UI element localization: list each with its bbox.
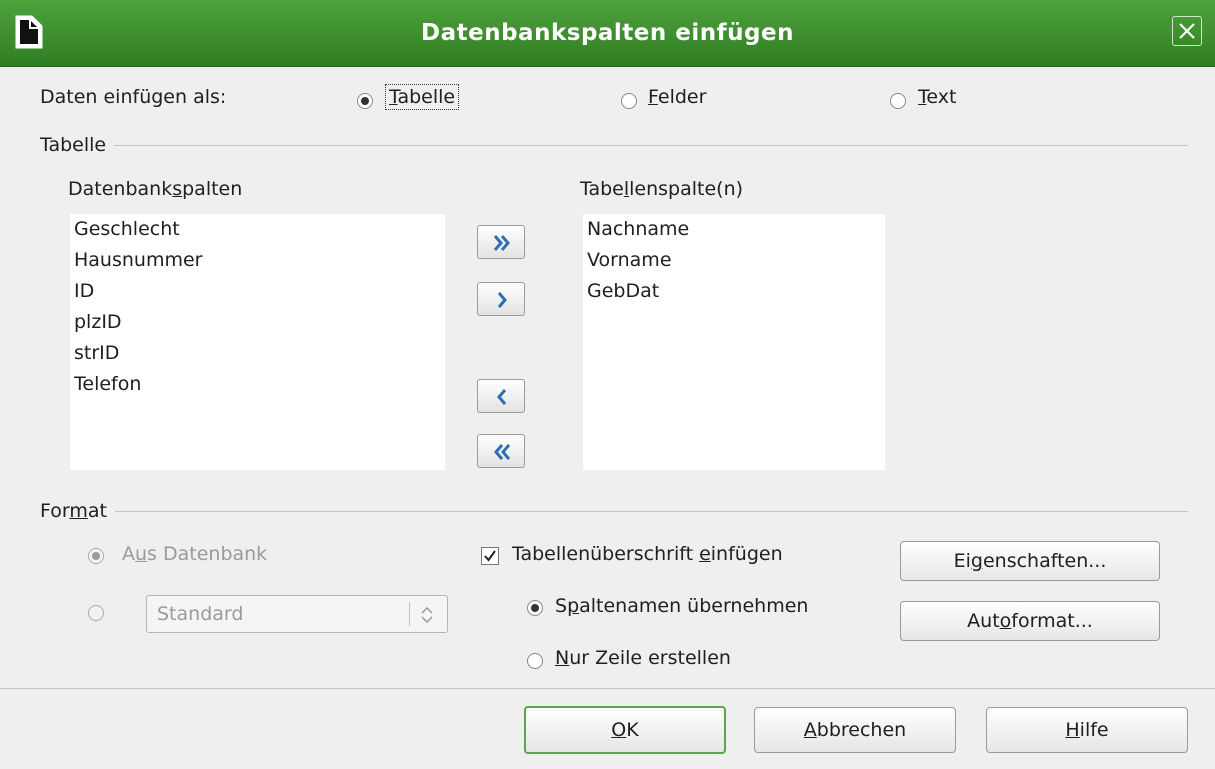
table-columns-header: Tabellenspalte(n): [580, 178, 744, 200]
list-item[interactable]: strID: [70, 338, 445, 369]
format-group-line: [40, 511, 1188, 512]
window-title: Datenbankspalten einfügen: [421, 20, 794, 46]
insert-heading-label[interactable]: Tabellenüberschrift einfügen: [512, 543, 783, 565]
list-item[interactable]: plzID: [70, 307, 445, 338]
move-all-left-button[interactable]: [477, 434, 525, 468]
list-item[interactable]: Nachname: [583, 214, 885, 245]
radio-table[interactable]: [357, 93, 373, 109]
list-item[interactable]: Hausnummer: [70, 245, 445, 276]
radio-table-label[interactable]: Tabelle: [384, 84, 460, 110]
select-divider: [409, 602, 410, 626]
chevron-left-icon: [497, 389, 507, 405]
help-button[interactable]: Hilfe: [986, 707, 1188, 753]
table-group-label: Tabelle: [40, 134, 115, 156]
title-bar[interactable]: Datenbankspalten einfügen: [0, 0, 1215, 67]
insert-heading-checkbox[interactable]: [481, 547, 499, 565]
list-item[interactable]: GebDat: [583, 276, 885, 307]
properties-button[interactable]: Eigenschaften...: [900, 541, 1160, 581]
standard-format-value: Standard: [157, 603, 244, 625]
radio-standard[interactable]: [88, 605, 104, 621]
radio-apply-column-names[interactable]: [527, 600, 543, 616]
radio-from-database-label[interactable]: Aus Datenbank: [122, 543, 267, 565]
radio-text[interactable]: [890, 93, 906, 109]
move-right-button[interactable]: [477, 282, 525, 316]
standard-format-select[interactable]: Standard: [146, 595, 448, 633]
db-columns-header: Datenbankspalten: [68, 178, 243, 200]
radio-fields[interactable]: [621, 93, 637, 109]
checkmark-icon: [484, 550, 496, 562]
insert-as-label: Daten einfügen als:: [40, 86, 227, 108]
radio-create-row-only[interactable]: [527, 653, 543, 669]
list-item[interactable]: Vorname: [583, 245, 885, 276]
list-item[interactable]: Geschlecht: [70, 214, 445, 245]
close-icon: [1179, 23, 1195, 39]
spin-updown-icon: [421, 606, 433, 624]
list-item[interactable]: Telefon: [70, 369, 445, 400]
ok-button[interactable]: OK: [524, 706, 726, 754]
radio-text-label[interactable]: Text: [918, 86, 956, 108]
double-chevron-right-icon: [493, 235, 510, 251]
move-left-button[interactable]: [477, 379, 525, 413]
dialog-window: Datenbankspalten einfügen Daten einfügen…: [0, 0, 1215, 769]
table-columns-list[interactable]: Nachname Vorname GebDat: [583, 214, 885, 470]
format-group-label: Format: [40, 500, 115, 522]
radio-create-row-only-label[interactable]: Nur Zeile erstellen: [555, 647, 731, 669]
footer-separator: [0, 688, 1215, 689]
list-item[interactable]: ID: [70, 276, 445, 307]
chevron-right-icon: [497, 292, 507, 308]
move-all-right-button[interactable]: [477, 225, 525, 259]
cancel-button[interactable]: Abbrechen: [754, 707, 956, 753]
radio-from-database[interactable]: [88, 548, 104, 564]
format-group: Format: [40, 500, 1188, 522]
table-group: Tabelle: [40, 134, 1188, 156]
autoformat-button[interactable]: Autoformat...: [900, 601, 1160, 641]
double-chevron-left-icon: [494, 444, 511, 460]
table-group-line: [40, 145, 1188, 146]
db-columns-list[interactable]: Geschlecht Hausnummer ID plzID strID Tel…: [70, 214, 445, 470]
close-button[interactable]: [1172, 16, 1202, 46]
radio-fields-label[interactable]: Felder: [648, 86, 706, 108]
radio-apply-column-names-label[interactable]: Spaltenamen übernehmen: [555, 595, 808, 617]
